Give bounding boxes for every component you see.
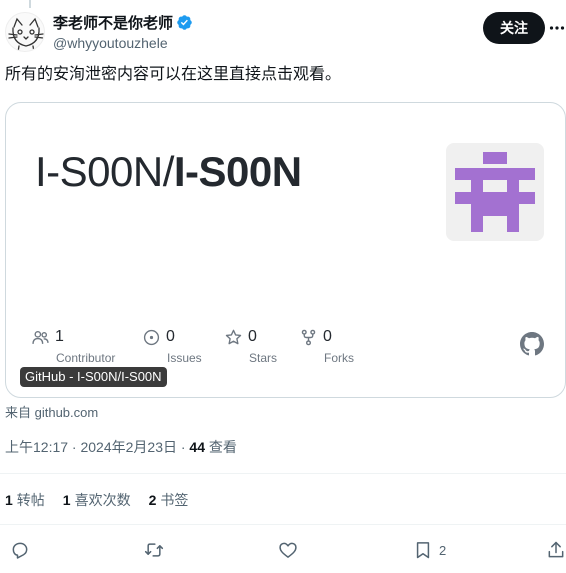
stat-label: Stars	[249, 351, 278, 365]
stat-value: 0	[248, 328, 257, 345]
issue-icon	[143, 329, 160, 345]
divider	[0, 524, 566, 525]
repo-owner: I-S00N/	[35, 148, 174, 195]
stat-label: Forks	[324, 351, 354, 365]
engagement-stats: 1 转帖 1 喜欢次数 2 书签	[5, 490, 206, 510]
card-source[interactable]: 来自 github.com	[5, 402, 98, 421]
retweet-button[interactable]	[144, 538, 164, 562]
stat-value: 1	[55, 328, 64, 345]
bookmark-button[interactable]: 2	[413, 538, 446, 562]
stat-value: 0	[323, 328, 332, 345]
repo-name: I-S00N	[173, 148, 302, 195]
card-title-badge[interactable]: GitHub - I-S00N/I-S00N	[20, 367, 167, 387]
github-logo-icon	[520, 332, 544, 356]
divider	[0, 473, 566, 474]
identicon-icon	[455, 152, 535, 232]
user-handle[interactable]: @whyyoutouzhele	[53, 34, 193, 52]
reply-icon	[12, 542, 28, 559]
star-icon	[225, 329, 242, 344]
stat-issues: 0 Issues	[143, 327, 202, 367]
fork-icon	[301, 329, 316, 345]
views-label: 查看	[205, 439, 237, 455]
display-name[interactable]: 李老师不是你老师	[53, 12, 173, 33]
stat-label: Issues	[167, 351, 202, 365]
like-button[interactable]	[278, 538, 298, 562]
stat-label: Contributor	[56, 351, 116, 365]
verified-badge-icon	[177, 14, 192, 30]
tweet-meta: 上午12:17 · 2024年2月23日 · 44 查看	[5, 437, 237, 457]
share-button[interactable]	[546, 538, 566, 562]
likes-stat[interactable]: 1 喜欢次数	[63, 490, 131, 510]
share-icon	[548, 541, 564, 558]
stat-value: 0	[166, 328, 175, 345]
bookmark-icon	[416, 542, 430, 559]
link-card[interactable]: I-S00N/I-S00N 1 Contributor 0 Issues 0 S…	[5, 102, 566, 398]
timestamp[interactable]: 上午12:17 · 2024年2月23日 ·	[5, 439, 189, 455]
cat-avatar-icon	[8, 17, 44, 51]
people-icon	[32, 330, 49, 344]
repo-title: I-S00N/I-S00N	[35, 147, 302, 197]
more-options-icon[interactable]	[549, 20, 565, 36]
stat-forks: 0 Forks	[300, 327, 354, 367]
stat-contributors: 1 Contributor	[32, 327, 115, 367]
bookmark-count: 2	[439, 542, 447, 558]
repo-avatar	[446, 143, 544, 241]
bookmarks-stat[interactable]: 2 书签	[149, 490, 189, 510]
views-count: 44	[189, 439, 205, 455]
heart-icon	[279, 542, 297, 558]
tweet-text: 所有的安洵泄密内容可以在这里直接点击观看。	[5, 66, 342, 83]
follow-button[interactable]: 关注	[483, 12, 545, 44]
thread-line	[29, 0, 31, 8]
action-bar: 2	[0, 538, 566, 562]
stat-stars: 0 Stars	[225, 327, 277, 367]
avatar[interactable]	[5, 12, 45, 52]
tweet-header: 李老师不是你老师 @whyyoutouzhele 关注	[0, 8, 566, 56]
retweet-icon	[144, 543, 164, 557]
reply-button[interactable]	[10, 538, 30, 562]
retweets-stat[interactable]: 1 转帖	[5, 490, 45, 510]
